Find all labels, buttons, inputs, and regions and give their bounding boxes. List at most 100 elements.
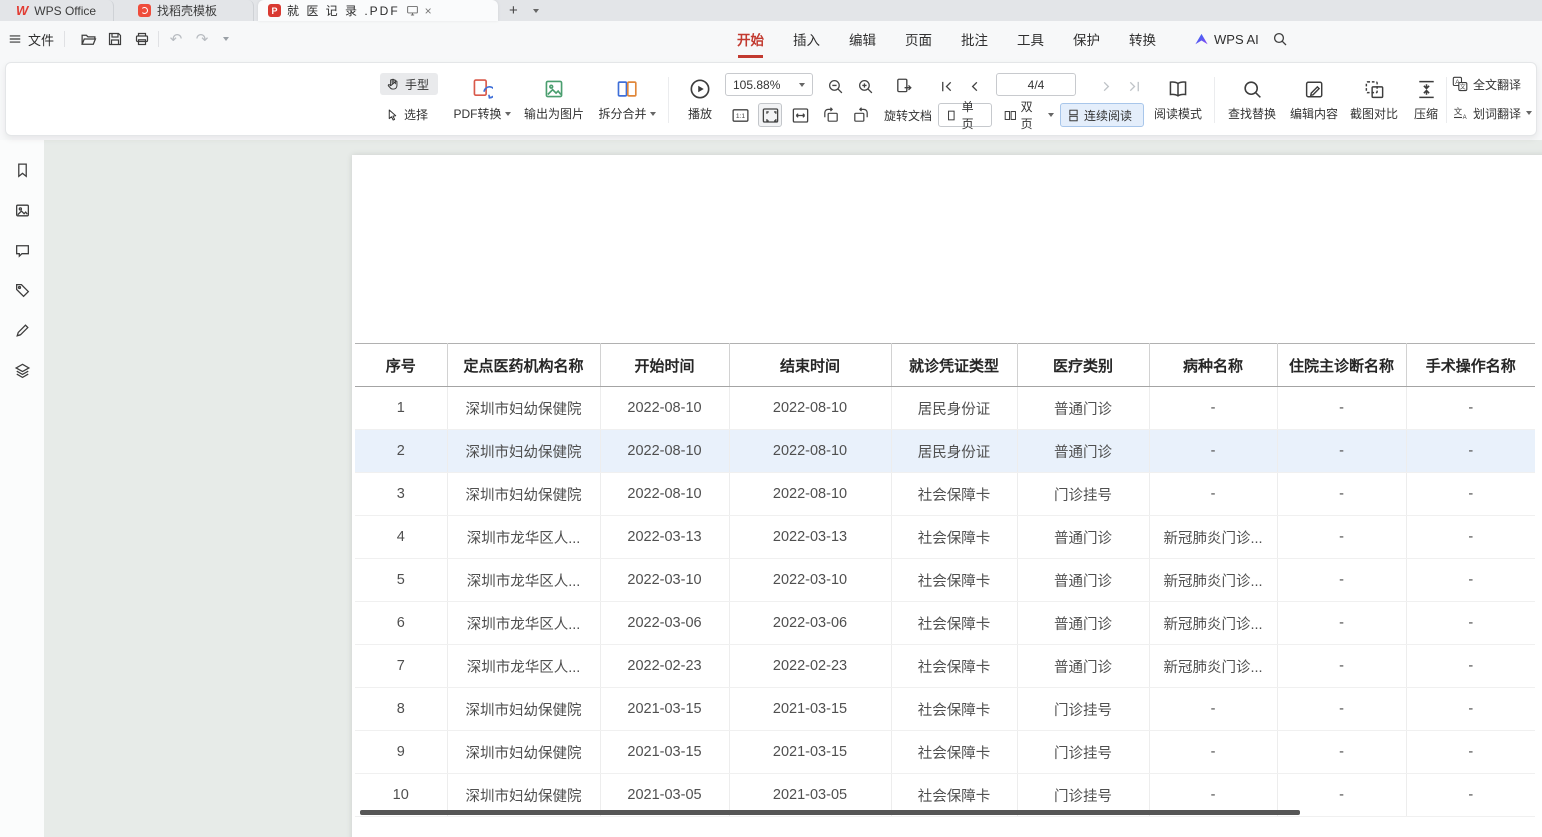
tab-medical-record-pdf[interactable]: P 就 医 记 录 .PDF × bbox=[258, 0, 498, 21]
continuous-reading-button[interactable]: 连续阅读 bbox=[1060, 103, 1144, 127]
export-image-label: 输出为图片 bbox=[524, 105, 584, 122]
screenshot-compare-button[interactable]: 截图对比 bbox=[1344, 70, 1404, 130]
table-cell: 2022-03-10 bbox=[600, 559, 729, 602]
file-menu-button[interactable]: 文件 bbox=[8, 21, 54, 57]
zoom-in-button[interactable] bbox=[853, 74, 877, 98]
column-header: 医疗类别 bbox=[1017, 344, 1149, 387]
tab-label: WPS Office bbox=[34, 4, 96, 18]
tab-list-dropdown[interactable] bbox=[527, 0, 545, 21]
thumbnail-panel-button[interactable] bbox=[0, 190, 44, 230]
new-tab-button[interactable]: + bbox=[503, 0, 524, 21]
tag-panel-button[interactable] bbox=[0, 270, 44, 310]
ribbon-tab-convert[interactable]: 转换 bbox=[1129, 29, 1156, 49]
select-tool-label: 选择 bbox=[404, 106, 428, 123]
pdf-convert-button[interactable]: PDF转换 bbox=[450, 70, 514, 130]
screenshot-compare-label: 截图对比 bbox=[1350, 105, 1398, 122]
compress-button[interactable]: 压缩 bbox=[1404, 70, 1448, 130]
print-button[interactable] bbox=[130, 27, 154, 51]
fit-width-button[interactable] bbox=[788, 103, 812, 127]
table-cell: - bbox=[1406, 387, 1535, 430]
horizontal-scrollbar[interactable] bbox=[360, 810, 1300, 815]
table-cell: - bbox=[1406, 645, 1535, 688]
go-to-page-button[interactable] bbox=[892, 74, 916, 98]
first-page-button[interactable] bbox=[934, 74, 958, 98]
table-cell: 深圳市龙华区人... bbox=[447, 602, 600, 645]
table-cell: 2021-03-15 bbox=[600, 731, 729, 774]
tab-docer-templates[interactable]: 找稻壳模板 bbox=[128, 0, 254, 21]
table-cell: 社会保障卡 bbox=[891, 688, 1017, 731]
chevron-down-icon bbox=[223, 37, 229, 41]
ribbon-tab-protect[interactable]: 保护 bbox=[1073, 29, 1100, 49]
export-as-image-button[interactable]: 输出为图片 bbox=[518, 70, 590, 130]
pdf-convert-icon bbox=[471, 78, 493, 100]
double-page-button[interactable]: 双页 bbox=[998, 103, 1060, 127]
table-cell: - bbox=[1277, 645, 1406, 688]
table-row: 6深圳市龙华区人...2022-03-062022-03-06社会保障卡普通门诊… bbox=[355, 602, 1535, 645]
table-cell: 2022-08-10 bbox=[600, 473, 729, 516]
bookmark-panel-button[interactable] bbox=[0, 150, 44, 190]
ribbon-tab-comment[interactable]: 批注 bbox=[961, 29, 988, 49]
chevron-down-icon bbox=[650, 112, 656, 116]
tag-icon bbox=[14, 282, 31, 299]
layers-panel-button[interactable] bbox=[0, 350, 44, 390]
reading-mode-button[interactable]: 阅读模式 bbox=[1148, 70, 1208, 130]
ribbon-toolbar: 手型 选择 PDF转换 输出为图片 拆分合并 播放 105.88% bbox=[5, 62, 1537, 136]
table-cell: 2021-03-15 bbox=[729, 688, 891, 731]
monitor-icon[interactable] bbox=[406, 4, 419, 17]
table-cell: 6 bbox=[355, 602, 447, 645]
edit-content-button[interactable]: 编辑内容 bbox=[1284, 70, 1344, 130]
undo-history-dropdown[interactable] bbox=[214, 27, 238, 51]
annotate-panel-button[interactable] bbox=[0, 310, 44, 350]
table-cell: 2021-03-15 bbox=[729, 731, 891, 774]
next-page-button[interactable] bbox=[1094, 74, 1118, 98]
comment-panel-button[interactable] bbox=[0, 230, 44, 270]
table-cell: 9 bbox=[355, 731, 447, 774]
close-tab-icon[interactable]: × bbox=[423, 4, 434, 18]
open-file-button[interactable] bbox=[76, 27, 100, 51]
table-cell: 深圳市妇幼保健院 bbox=[447, 688, 600, 731]
ribbon-tab-home[interactable]: 开始 bbox=[737, 29, 764, 49]
single-page-button[interactable]: 单页 bbox=[938, 103, 992, 127]
wps-ai-button[interactable]: WPS AI bbox=[1194, 21, 1259, 57]
rotate-left-button[interactable] bbox=[819, 103, 843, 127]
word-translate-button[interactable]: 文A 划词翻译 bbox=[1452, 103, 1532, 123]
redo-button[interactable]: ↷ bbox=[190, 27, 214, 51]
zoom-out-button[interactable] bbox=[823, 74, 847, 98]
document-canvas[interactable]: 序号定点医药机构名称开始时间结束时间就诊凭证类型医疗类别病种名称住院主诊断名称手… bbox=[44, 140, 1542, 837]
save-icon bbox=[107, 31, 123, 47]
continuous-reading-label: 连续阅读 bbox=[1084, 107, 1132, 124]
rotate-right-button[interactable] bbox=[849, 103, 873, 127]
ribbon-tab-page[interactable]: 页面 bbox=[905, 29, 932, 49]
table-cell: 普通门诊 bbox=[1017, 387, 1149, 430]
divider bbox=[158, 31, 159, 47]
save-button[interactable] bbox=[103, 27, 127, 51]
table-row: 8深圳市妇幼保健院2021-03-152021-03-15社会保障卡门诊挂号--… bbox=[355, 688, 1535, 731]
play-button[interactable]: 播放 bbox=[678, 70, 722, 130]
zoom-level-select[interactable]: 105.88% bbox=[725, 73, 813, 96]
select-tool-button[interactable]: 选择 bbox=[380, 103, 438, 125]
table-cell: 社会保障卡 bbox=[891, 473, 1017, 516]
table-cell: - bbox=[1406, 559, 1535, 602]
full-text-translate-button[interactable]: A文 全文翻译 bbox=[1452, 74, 1521, 94]
redo-icon: ↷ bbox=[196, 30, 209, 48]
previous-page-button[interactable] bbox=[962, 74, 986, 98]
find-replace-label: 查找替换 bbox=[1228, 105, 1276, 122]
layers-icon bbox=[14, 362, 31, 379]
hand-tool-button[interactable]: 手型 bbox=[380, 73, 438, 95]
find-replace-button[interactable]: 查找替换 bbox=[1222, 70, 1282, 130]
split-merge-button[interactable]: 拆分合并 bbox=[594, 70, 660, 130]
fit-page-button[interactable] bbox=[758, 103, 782, 127]
rotate-document-button[interactable]: 旋转文档 bbox=[878, 103, 938, 127]
ribbon-tab-edit[interactable]: 编辑 bbox=[849, 29, 876, 49]
wps-ai-logo-icon bbox=[1194, 32, 1209, 47]
actual-size-button[interactable]: 1:1 bbox=[728, 103, 752, 127]
rotate-right-icon bbox=[852, 106, 870, 124]
ribbon-tab-insert[interactable]: 插入 bbox=[793, 29, 820, 49]
ribbon-tab-tools[interactable]: 工具 bbox=[1017, 29, 1044, 49]
undo-button[interactable]: ↶ bbox=[164, 27, 188, 51]
page-number-input[interactable]: 4/4 bbox=[996, 73, 1076, 96]
last-page-button[interactable] bbox=[1122, 74, 1146, 98]
table-cell: 普通门诊 bbox=[1017, 430, 1149, 473]
tab-wps-office[interactable]: W WPS Office bbox=[6, 0, 114, 21]
ribbon-search-button[interactable] bbox=[1268, 27, 1292, 51]
